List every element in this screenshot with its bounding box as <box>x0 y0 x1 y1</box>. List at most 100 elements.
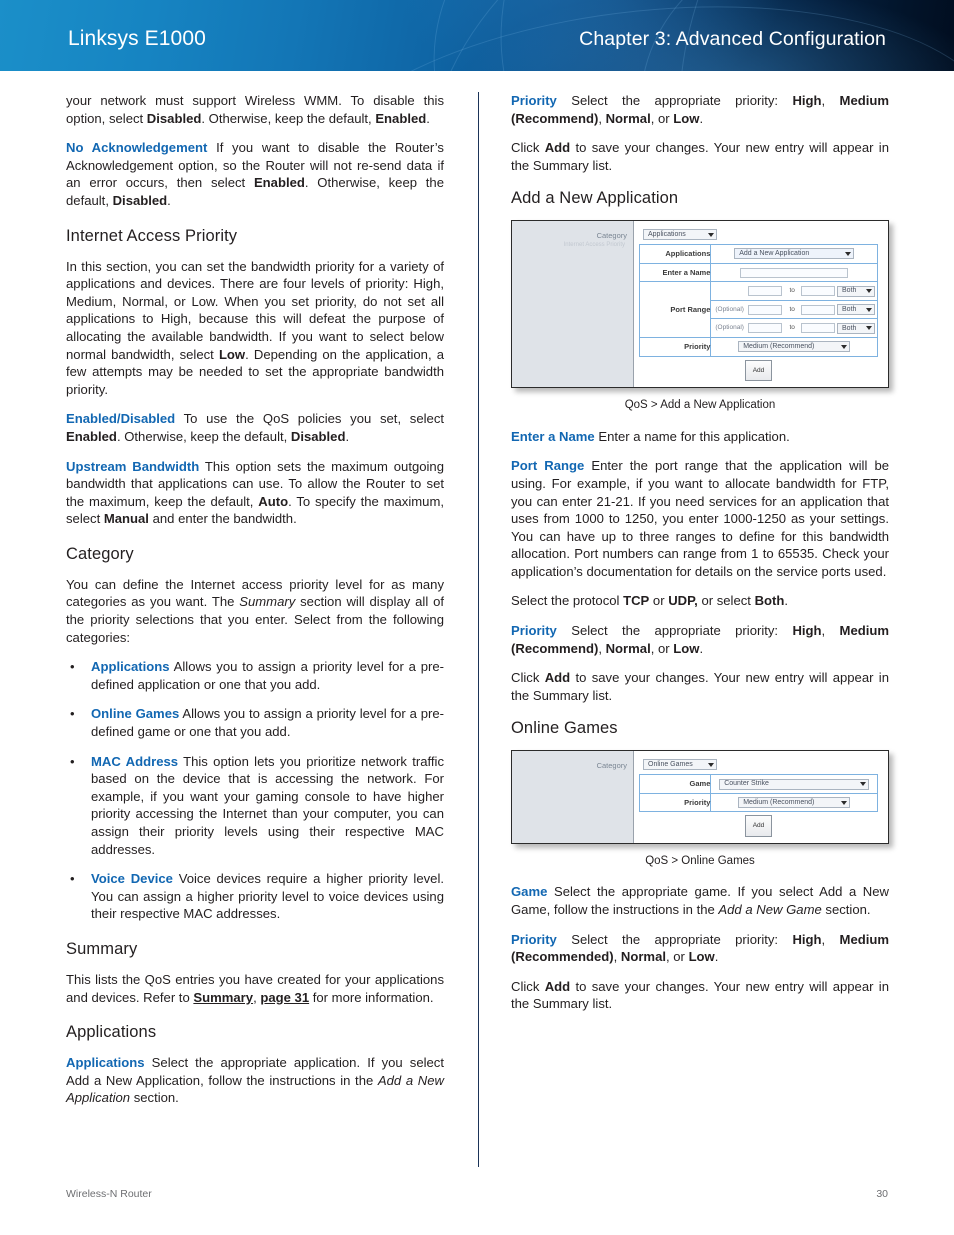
bullet-dot-icon: • <box>70 659 75 675</box>
add-button[interactable]: Add <box>744 359 773 382</box>
paragraph-applications: Applications Select the appropriate appl… <box>66 1054 444 1107</box>
table-row: Priority Medium (Recommend) <box>638 336 878 357</box>
bullet-dot-icon: • <box>70 871 75 887</box>
chevron-down-icon <box>866 326 873 331</box>
enter-a-name-input[interactable] <box>740 267 849 278</box>
text-run: , <box>821 623 840 639</box>
paragraph-priority-3: Priority Select the appropriate priority… <box>511 931 889 966</box>
paragraph-upstream-bandwidth: Upstream Bandwidth This option sets the … <box>66 458 444 528</box>
text-run: , <box>598 110 606 126</box>
list-item: • MAC Address This option lets you priori… <box>66 753 444 859</box>
list-item: • Voice Device Voice devices require a hi… <box>66 870 444 923</box>
term-mac-address: MAC Address <box>91 753 179 769</box>
router-ui-screenshot: Category Internet Access Priority Applic… <box>511 220 889 389</box>
text-run: for more information. <box>309 989 434 1005</box>
category-select[interactable]: Applications <box>643 229 717 241</box>
enter-a-name-row-label: Enter a Name <box>638 262 712 283</box>
text-run: . Otherwise, keep the default, <box>201 110 376 126</box>
text-run: section. <box>821 902 871 917</box>
paragraph-click-add-1: Click Add to save your changes. Your new… <box>511 139 889 174</box>
term-priority: Priority <box>511 93 557 108</box>
port-end-input[interactable] <box>801 286 836 297</box>
applications-select[interactable]: Add a New Application <box>734 248 855 260</box>
game-row-value: Counter Strike <box>710 774 878 794</box>
paragraph-internet-access-priority: In this section, you can set the bandwid… <box>66 258 444 399</box>
applications-row-label: Applications <box>638 243 712 264</box>
optional-label: (Optional) <box>715 324 744 332</box>
router-ui-screenshot: Category Online Games Game Counter Strik… <box>511 750 889 844</box>
port-start-input[interactable] <box>748 286 783 297</box>
table-row: Applications Add a New Application <box>638 243 878 264</box>
port-end-input[interactable] <box>801 304 836 315</box>
text-run: . <box>167 192 171 208</box>
text-run: . <box>784 593 789 609</box>
bold-term: Disabled <box>290 428 346 444</box>
port-start-input[interactable] <box>748 304 783 315</box>
bold-term: Low <box>218 346 246 362</box>
protocol-select[interactable]: Both <box>837 285 876 297</box>
text-run: Click <box>511 978 545 994</box>
category-label: Category <box>596 761 627 771</box>
footer-page-number: 30 <box>876 1188 888 1200</box>
category-bullet-list: • Applications Allows you to assign a pri… <box>66 658 444 923</box>
text-run: Click <box>511 670 545 686</box>
priority-select[interactable]: Medium (Recommend) <box>738 341 851 353</box>
port-start-input[interactable] <box>748 323 783 334</box>
term-upstream-bandwidth: Upstream Bandwidth <box>66 458 200 474</box>
add-button-row: Add <box>639 812 878 837</box>
footer-product-line: Wireless-N Router <box>66 1188 152 1200</box>
figure-caption-add-new-application: QoS > Add a New Application <box>624 399 776 412</box>
bold-term: Auto <box>258 493 289 509</box>
to-label: to <box>789 324 795 332</box>
text-run: Select the protocol <box>511 593 624 609</box>
protocol-select-value: Both <box>842 305 857 313</box>
protocol-select[interactable]: Both <box>837 304 876 316</box>
chevron-down-icon <box>866 307 873 312</box>
text-run: Click <box>511 140 545 156</box>
category-select[interactable]: Online Games <box>643 759 717 771</box>
bold-term: Both <box>754 593 785 609</box>
figure-online-games: Category Online Games Game Counter Strik… <box>511 750 889 844</box>
protocol-select-value: Both <box>842 287 857 295</box>
port-range-row-2: (Optional) to Both <box>710 299 878 320</box>
text-run: . <box>345 428 350 444</box>
protocol-select-value: Both <box>842 324 857 332</box>
screenshot-right-pane: Applications Applications Add a New Appl… <box>634 221 888 388</box>
priority-select[interactable]: Medium (Recommend) <box>738 797 851 809</box>
italic-term: Summary <box>239 594 296 610</box>
add-button[interactable]: Add <box>744 815 773 837</box>
term-no-acknowledgement: No Acknowledgement <box>66 140 208 156</box>
category-sublabel: Internet Access Priority <box>563 242 625 249</box>
enter-a-name-row-value <box>710 262 878 283</box>
chevron-down-icon <box>841 800 848 805</box>
text-run: and enter the bandwidth. <box>148 511 297 527</box>
text-run: or select <box>697 593 755 609</box>
text-run: . Otherwise, keep the default, <box>116 428 291 444</box>
bold-term: Enabled <box>375 110 427 126</box>
text-run: , <box>821 931 840 947</box>
figure-caption-online-games: QoS > Online Games <box>645 854 755 867</box>
add-button-row: Add <box>639 357 878 382</box>
bold-term: Normal <box>620 949 666 965</box>
priority-row-value: Medium (Recommend) <box>710 792 878 813</box>
screenshot-left-pane: Category Internet Access Priority <box>512 221 634 388</box>
text-run: , <box>613 949 621 965</box>
protocol-select[interactable]: Both <box>837 322 876 334</box>
table-row: Game Counter Strike <box>638 774 878 794</box>
game-select[interactable]: Counter Strike <box>719 778 870 790</box>
game-select-value: Counter Strike <box>724 780 769 788</box>
text-run: . <box>714 949 719 965</box>
heading-internet-access-priority: Internet Access Priority <box>66 226 238 245</box>
applications-row-value: Add a New Application <box>710 243 878 264</box>
bold-term: Low <box>673 640 700 656</box>
heading-add-a-new-application: Add a New Application <box>511 189 679 208</box>
term-game: Game <box>511 884 548 900</box>
optional-label: (Optional) <box>715 305 744 313</box>
port-end-input[interactable] <box>801 323 836 334</box>
category-select-value: Applications <box>648 231 686 239</box>
cross-reference-page-31[interactable]: page 31 <box>260 990 309 1005</box>
cross-reference-summary[interactable]: Summary <box>193 990 253 1005</box>
page-header-banner: Linksys E1000 Chapter 3: Advanced Config… <box>0 0 954 71</box>
text-run: , <box>821 93 840 108</box>
paragraph-summary: This lists the QoS entries you have crea… <box>66 971 444 1006</box>
